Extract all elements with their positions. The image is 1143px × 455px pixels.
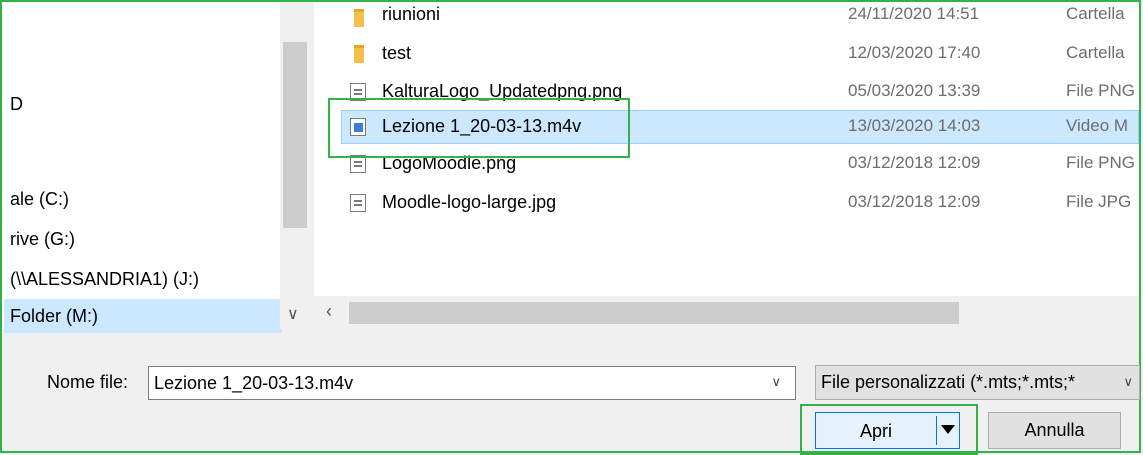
nav-item-drive-c[interactable]: ale (C:) xyxy=(10,189,69,210)
nav-item-d[interactable]: D xyxy=(10,94,23,115)
nav-item-network-j[interactable]: (\\ALESSANDRIA1) (J:) xyxy=(10,269,199,290)
file-name: KalturaLogo_Updatedpng.png xyxy=(382,81,623,101)
file-date: 12/03/2020 17:40 xyxy=(848,43,981,62)
scrollbar-thumb[interactable] xyxy=(283,42,307,228)
file-list: riunioni 24/11/2020 14:51 Cartella test … xyxy=(314,2,1139,296)
file-date: 13/03/2020 14:03 xyxy=(848,116,981,135)
nav-item-drive-g[interactable]: rive (G:) xyxy=(10,229,75,250)
file-name-label: Nome file: xyxy=(47,372,129,392)
split-divider xyxy=(936,416,937,445)
open-button[interactable]: Apri xyxy=(815,412,960,449)
chevron-down-icon[interactable]: ∨ xyxy=(287,304,299,324)
file-type: Video M xyxy=(1066,116,1129,135)
nav-pane-scrollbar[interactable]: ∨ xyxy=(280,2,310,329)
filter-value: File personalizzati (*.mts;*.mts;* xyxy=(821,372,1076,392)
chevron-down-icon[interactable]: ∨ xyxy=(1119,374,1133,390)
file-name: LogoMoodle.png xyxy=(382,153,517,173)
cancel-button[interactable]: Annulla xyxy=(988,412,1121,449)
file-date: 05/03/2020 13:39 xyxy=(848,81,981,100)
file-row-selected[interactable]: Lezione 1_20-03-13.m4v 13/03/2020 14:03 … xyxy=(341,110,1139,144)
file-name: Moodle-logo-large.jpg xyxy=(382,192,557,212)
nav-item-folder-m[interactable]: Folder (M:) xyxy=(4,299,282,333)
file-list-horizontal-scrollbar[interactable]: ‹ xyxy=(314,296,1139,329)
open-button-label: Apri xyxy=(860,421,893,441)
folder-icon xyxy=(354,9,364,27)
file-name-input[interactable]: Lezione 1_20-03-13.m4v ∨ xyxy=(148,366,796,400)
file-name: Lezione 1_20-03-13.m4v xyxy=(382,116,582,136)
file-row[interactable]: riunioni 24/11/2020 14:51 Cartella xyxy=(314,2,1139,36)
file-name-value: Lezione 1_20-03-13.m4v xyxy=(154,373,354,393)
file-date: 03/12/2018 12:09 xyxy=(848,153,981,172)
file-row[interactable]: LogoMoodle.png 03/12/2018 12:09 File PNG xyxy=(314,148,1139,182)
file-type: File PNG xyxy=(1066,153,1135,172)
file-name: test xyxy=(382,43,412,63)
chevron-down-icon[interactable]: ∨ xyxy=(771,374,781,390)
file-type: File JPG xyxy=(1066,192,1132,211)
chevron-left-icon[interactable]: ‹ xyxy=(326,301,332,322)
dropdown-arrow-icon[interactable] xyxy=(941,425,955,434)
file-date: 24/11/2020 14:51 xyxy=(848,4,980,23)
file-date: 03/12/2018 12:09 xyxy=(848,192,981,211)
file-type: Cartella xyxy=(1066,4,1125,23)
file-row[interactable]: Moodle-logo-large.jpg 03/12/2018 12:09 F… xyxy=(314,187,1139,221)
folder-icon xyxy=(354,45,364,63)
file-row[interactable]: test 12/03/2020 17:40 Cartella xyxy=(314,38,1139,72)
file-type-filter-select[interactable]: File personalizzati (*.mts;*.mts;* ∨ xyxy=(815,365,1140,400)
scrollbar-thumb[interactable] xyxy=(349,302,959,324)
file-row[interactable]: KalturaLogo_Updatedpng.png 05/03/2020 13… xyxy=(314,76,1139,110)
image-file-icon xyxy=(350,83,366,101)
navigation-pane: D ale (C:) rive (G:) (\\ALESSANDRIA1) (J… xyxy=(2,2,282,333)
file-type: File PNG xyxy=(1066,81,1135,100)
file-name: riunioni xyxy=(382,4,441,24)
file-type: Cartella xyxy=(1066,43,1125,62)
image-file-icon xyxy=(350,194,366,212)
video-file-icon xyxy=(350,118,366,136)
image-file-icon xyxy=(350,155,366,173)
